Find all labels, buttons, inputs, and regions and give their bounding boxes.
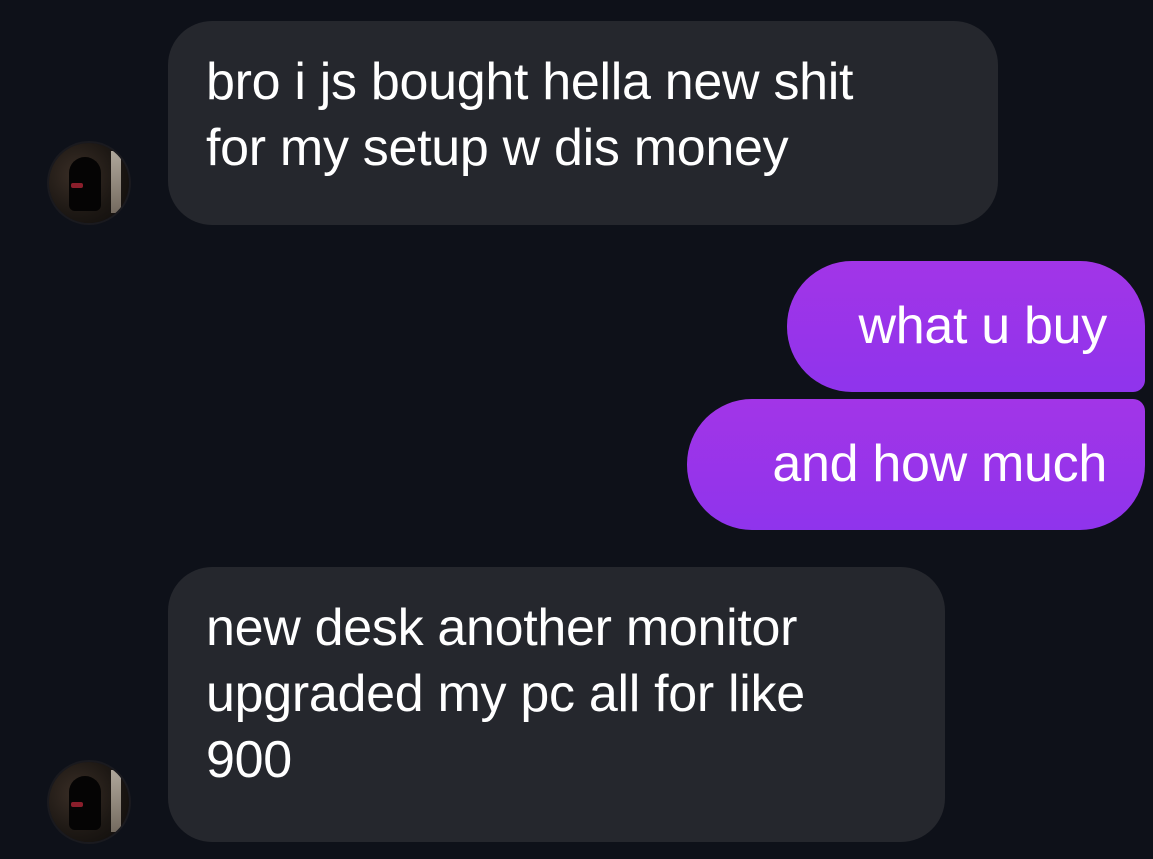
- avatar-logo-detail: [71, 183, 83, 188]
- outgoing-message-bubble[interactable]: what u buy: [787, 261, 1145, 392]
- incoming-message-bubble[interactable]: bro i js bought hella new shit for my se…: [168, 21, 998, 225]
- avatar-logo-detail: [71, 802, 83, 807]
- avatar-door-detail: [111, 770, 121, 832]
- message-text-line: and how much: [772, 435, 1107, 493]
- contact-avatar[interactable]: [49, 143, 129, 223]
- message-thread: bro i js bought hella new shit for my se…: [0, 0, 1153, 859]
- message-text-line: what u buy: [858, 297, 1108, 355]
- outgoing-message-bubble[interactable]: and how much: [687, 399, 1145, 530]
- message-text-line: 900: [206, 731, 292, 789]
- message-text-line: upgraded my pc all for like: [206, 665, 805, 723]
- message-text-line: for my setup w dis money: [206, 119, 789, 177]
- incoming-message-bubble[interactable]: new desk another monitor upgraded my pc …: [168, 567, 945, 842]
- avatar-door-detail: [111, 151, 121, 213]
- contact-avatar[interactable]: [49, 762, 129, 842]
- message-text-line: new desk another monitor: [206, 599, 798, 657]
- message-text-line: bro i js bought hella new shit: [206, 53, 854, 111]
